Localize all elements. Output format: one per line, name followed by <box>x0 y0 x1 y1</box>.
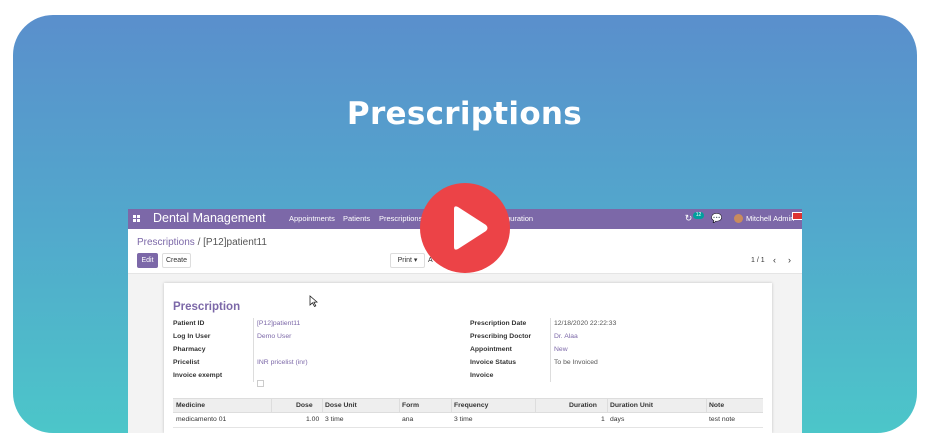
breadcrumb: Prescriptions / [P12]patient11 <box>137 237 267 248</box>
nav-configuration[interactable]: guration <box>506 214 533 223</box>
right-column-divider <box>550 318 551 382</box>
label-invoice-status: Invoice Status <box>470 359 517 366</box>
breadcrumb-parent[interactable]: Prescriptions <box>137 237 195 248</box>
label-pharmacy: Pharmacy <box>173 346 206 353</box>
table-cell-frequency[interactable]: 3 time <box>454 416 473 423</box>
table-cell-duration-unit[interactable]: days <box>610 416 624 423</box>
column-divider <box>451 399 452 412</box>
table-row-divider <box>173 427 763 428</box>
mouse-cursor-icon <box>309 295 318 308</box>
table-cell-dose-unit[interactable]: 3 time <box>325 416 344 423</box>
table-cell-note[interactable]: test note <box>709 416 735 423</box>
label-invoice: Invoice <box>470 372 494 379</box>
pager-previous-icon[interactable]: ‹ <box>773 255 776 265</box>
label-prescription-date: Prescription Date <box>470 320 527 327</box>
form-title: Prescription <box>173 301 241 313</box>
breadcrumb-current: [P12]patient11 <box>203 237 267 248</box>
column-duration[interactable]: Duration <box>569 402 597 409</box>
label-appointment: Appointment <box>470 346 512 353</box>
value-patient-id[interactable]: [P12]patient11 <box>257 320 300 327</box>
column-divider <box>607 399 608 412</box>
label-patient-id: Patient ID <box>173 320 205 327</box>
table-cell-duration[interactable]: 1 <box>601 416 605 423</box>
play-button[interactable] <box>420 183 510 273</box>
nav-patients[interactable]: Patients <box>343 214 370 223</box>
label-pricelist: Pricelist <box>173 359 200 366</box>
value-pricelist[interactable]: INR pricelist (inr) <box>257 359 308 366</box>
value-login-user[interactable]: Demo User <box>257 333 291 340</box>
value-appointment[interactable]: New <box>554 346 568 353</box>
column-divider <box>535 399 536 412</box>
pager-value: 1 / 1 <box>751 257 765 264</box>
table-cell-form[interactable]: ana <box>402 416 413 423</box>
label-login-user: Log In User <box>173 333 211 340</box>
chevron-down-icon: ▾ <box>413 257 418 264</box>
table-header-row: Medicine Dose Dose Unit Form Frequency D… <box>173 398 763 413</box>
table-cell-medicine[interactable]: medicamento 01 <box>176 416 226 423</box>
value-prescribing-doctor[interactable]: Dr. Alaa <box>554 333 578 340</box>
print-label: Print <box>397 257 412 264</box>
column-dose[interactable]: Dose <box>296 402 313 409</box>
user-avatar[interactable] <box>734 214 743 223</box>
left-column-divider <box>253 318 254 382</box>
user-menu[interactable]: Mitchell Admin <box>746 214 794 223</box>
nav-prescriptions[interactable]: Prescriptions <box>379 214 422 223</box>
play-icon <box>454 206 488 250</box>
form-sheet: Prescription Patient ID Log In User Phar… <box>164 283 772 433</box>
invoice-exempt-checkbox[interactable] <box>257 380 264 387</box>
column-form[interactable]: Form <box>402 402 419 409</box>
column-divider <box>322 399 323 412</box>
create-button[interactable]: Create <box>162 253 191 268</box>
table-cell-dose[interactable]: 1.00 <box>306 416 319 423</box>
chat-icon[interactable]: 💬 <box>711 213 722 224</box>
column-medicine[interactable]: Medicine <box>176 402 205 409</box>
pager-next-icon[interactable]: › <box>788 255 791 265</box>
hero-title: Prescriptions <box>346 96 583 132</box>
column-divider <box>706 399 707 412</box>
value-prescription-date: 12/18/2020 22:22:33 <box>554 320 617 327</box>
column-frequency[interactable]: Frequency <box>454 402 488 409</box>
label-invoice-exempt: Invoice exempt <box>173 372 223 379</box>
nav-appointments[interactable]: Appointments <box>289 214 335 223</box>
column-divider <box>271 399 272 412</box>
column-dose-unit[interactable]: Dose Unit <box>325 402 357 409</box>
breadcrumb-separator: / <box>194 237 204 248</box>
column-duration-unit[interactable]: Duration Unit <box>610 402 653 409</box>
debug-flag-icon <box>792 212 802 220</box>
app-brand[interactable]: Dental Management <box>153 211 266 225</box>
column-divider <box>399 399 400 412</box>
label-prescribing-doctor: Prescribing Doctor <box>470 333 532 340</box>
value-invoice-status: To be Invoiced <box>554 359 598 366</box>
edit-button[interactable]: Edit <box>137 253 158 268</box>
apps-grid-icon[interactable] <box>133 215 140 222</box>
activity-count-badge: 12 <box>693 212 704 219</box>
column-note[interactable]: Note <box>709 402 724 409</box>
